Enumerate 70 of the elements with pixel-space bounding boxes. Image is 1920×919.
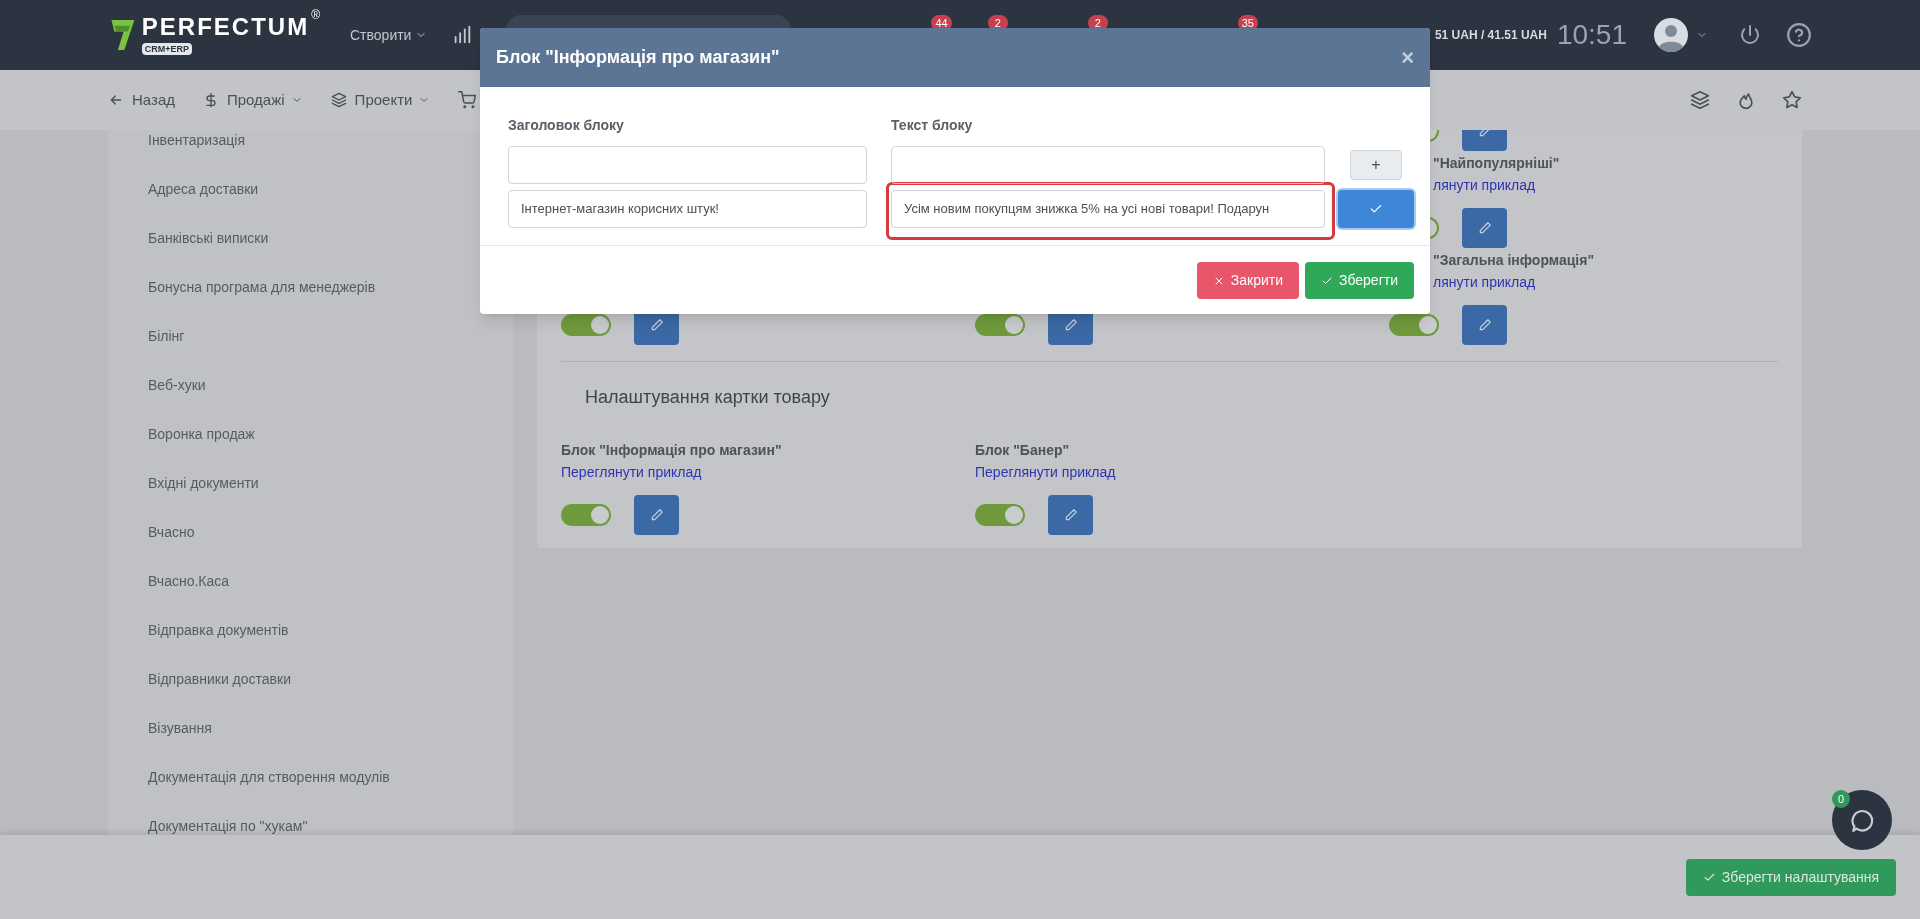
notification-badge: 0 [1832, 790, 1850, 808]
block-title: "Найпопулярніші" [1433, 154, 1560, 173]
chat-button[interactable]: 0 [1832, 790, 1892, 850]
sidebar-item[interactable]: Білінг [148, 326, 185, 347]
modal-title: Блок "Інформація про магазин" [496, 46, 780, 69]
sidebar-item[interactable]: Інвентаризація [148, 130, 245, 151]
preview-link[interactable]: лянути приклад [1433, 174, 1536, 196]
sidebar-item[interactable]: Вхідні документи [148, 473, 259, 494]
sidebar-item[interactable]: Відправники доставки [148, 669, 291, 690]
toggle-switch[interactable] [975, 314, 1025, 336]
input-field[interactable] [891, 146, 1325, 184]
block-title: Блок "Банер" [975, 441, 1070, 460]
sidebar-item[interactable]: Відправка документів [148, 620, 289, 641]
add-button[interactable]: + [1350, 150, 1402, 180]
save-settings-button[interactable]: Зберегти налаштування [1686, 858, 1896, 896]
check-icon [1369, 202, 1383, 216]
sidebar-item[interactable]: Адреса доставки [148, 179, 259, 200]
toggle-switch[interactable] [561, 314, 611, 336]
nav-menu-item[interactable]: Продажі [203, 88, 303, 112]
create-menu[interactable]: Створити [350, 24, 428, 46]
sidebar-item[interactable]: Бонусна програма для менеджерів [148, 277, 376, 298]
registered-mark: ® [311, 9, 320, 21]
close-button[interactable]: × [1401, 46, 1414, 69]
pencil-icon [649, 508, 664, 522]
pencil-icon [1477, 221, 1492, 235]
clock-text: 10:51 [1556, 18, 1627, 52]
column-label: Текст блоку [891, 116, 973, 135]
power-icon [1738, 23, 1762, 47]
nav-menu-item[interactable]: Проекти [330, 88, 431, 112]
block-title: "Загальна інформація" [1433, 251, 1595, 270]
sidebar-item[interactable]: Вчасно.Каса [148, 571, 230, 592]
chat-bubble-icon [1849, 807, 1875, 833]
preview-link[interactable]: Переглянути приклад [561, 461, 702, 483]
preview-link[interactable]: Переглянути приклад [975, 461, 1116, 483]
input-field[interactable]: Усім новим покупцям знижка 5% на усі нові товари! Подарун [891, 190, 1325, 228]
toggle-switch[interactable] [1389, 314, 1439, 336]
layers-icon [1690, 90, 1710, 110]
sidebar-item[interactable]: Документація по "хукам" [148, 816, 308, 837]
back-arrow-icon [108, 92, 124, 108]
sidebar-item[interactable]: Воронка продаж [148, 424, 255, 445]
sidebar-item[interactable]: Банківські виписки [148, 228, 269, 249]
help-icon [1786, 22, 1812, 48]
pencil-icon [1063, 508, 1078, 522]
avatar-icon[interactable] [1654, 18, 1688, 52]
column-label: Заголовок блоку [508, 116, 625, 135]
balance-text: 51 UAH / 41.51 UAH [1434, 27, 1547, 44]
section-heading: Налаштування картки товару [584, 386, 831, 409]
sidebar-item[interactable]: Візування [148, 718, 212, 739]
star-icon [1782, 90, 1802, 110]
toggle-switch[interactable] [975, 504, 1025, 526]
sidebar-item[interactable]: Документація для створення модулів [148, 767, 390, 788]
dollar-icon [203, 92, 219, 108]
sidebar-item[interactable]: Вчасно [148, 522, 195, 543]
preview-link[interactable]: лянути приклад [1433, 271, 1536, 293]
pencil-icon [1477, 318, 1492, 332]
input-field[interactable]: Інтернет-магазин корисних штук! [508, 190, 867, 228]
sidebar-item[interactable]: Веб-хуки [148, 375, 206, 396]
toggle-switch[interactable] [561, 504, 611, 526]
layers-icon [330, 92, 347, 108]
brand-name: PERFECTUM [141, 15, 310, 39]
block-title: Блок "Інформація про магазин" [561, 441, 782, 460]
pencil-icon [649, 318, 664, 332]
close-button[interactable]: Закрити [1196, 262, 1299, 299]
nav-menu-item[interactable]: Назад [108, 88, 175, 112]
input-field[interactable] [508, 146, 867, 184]
cart-icon [458, 91, 477, 109]
brand-badge: CRM+ERP [141, 43, 193, 55]
save-button[interactable]: Зберегти [1305, 262, 1414, 299]
pencil-icon [1063, 318, 1078, 332]
flame-icon [1736, 90, 1756, 110]
